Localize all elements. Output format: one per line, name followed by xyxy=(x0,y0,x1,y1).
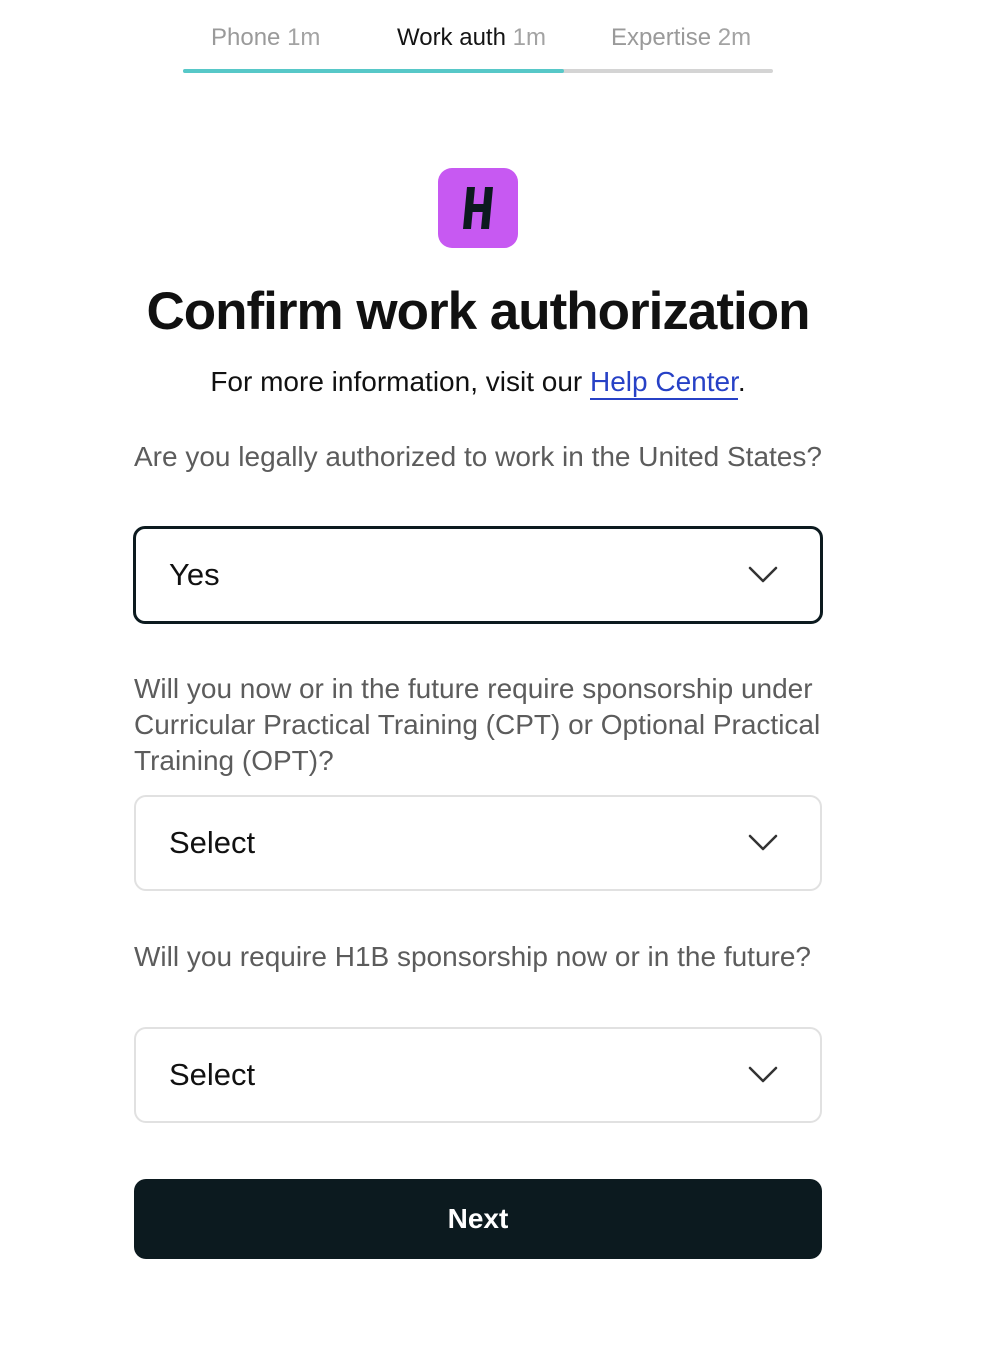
question-h1b-sponsorship: Will you require H1B sponsorship now or … xyxy=(134,941,812,972)
chevron-down-icon xyxy=(748,566,778,583)
help-center-link[interactable]: Help Center xyxy=(590,366,738,400)
subtitle-text: For more information, visit our xyxy=(210,366,590,397)
onboarding-page: Phone 1m Work auth 1m Expertise 2m Confi… xyxy=(0,0,1006,1360)
step-name: Phone xyxy=(211,24,281,51)
step-expertise[interactable]: Expertise 2m xyxy=(611,22,751,54)
chevron-down-icon xyxy=(748,1066,778,1083)
h-logo-icon xyxy=(438,168,518,248)
step-time: 1m xyxy=(287,24,321,51)
step-progress: Phone 1m Work auth 1m Expertise 2m xyxy=(183,0,773,74)
chevron-down-icon xyxy=(748,834,778,851)
page-title: Confirm work authorization xyxy=(146,282,811,341)
page-subtitle: For more information, visit our Help Cen… xyxy=(0,364,956,400)
step-work-auth[interactable]: Work auth 1m xyxy=(397,22,546,54)
step-time: 2m xyxy=(717,24,752,51)
step-phone[interactable]: Phone 1m xyxy=(211,22,320,54)
step-name: Expertise xyxy=(611,24,712,51)
progress-fill xyxy=(183,69,564,73)
select-value: Select xyxy=(169,825,256,860)
select-value: Yes xyxy=(169,557,220,592)
question-cpt-opt-sponsorship: Will you now or in the future require sp… xyxy=(134,673,821,776)
h1b-sponsorship-select[interactable]: Select xyxy=(134,1027,822,1123)
next-button[interactable]: Next xyxy=(134,1179,822,1259)
cpt-opt-sponsorship-select[interactable]: Select xyxy=(134,795,822,891)
question-us-work-authorization: Are you legally authorized to work in th… xyxy=(134,441,822,472)
step-time: 1m xyxy=(512,24,546,51)
h-letter-shape xyxy=(463,187,493,229)
subtitle-period: . xyxy=(737,366,746,397)
us-work-authorization-select[interactable]: Yes xyxy=(133,526,823,624)
step-name: Work auth xyxy=(397,24,506,51)
progress-track xyxy=(183,69,773,73)
select-value: Select xyxy=(169,1057,256,1092)
